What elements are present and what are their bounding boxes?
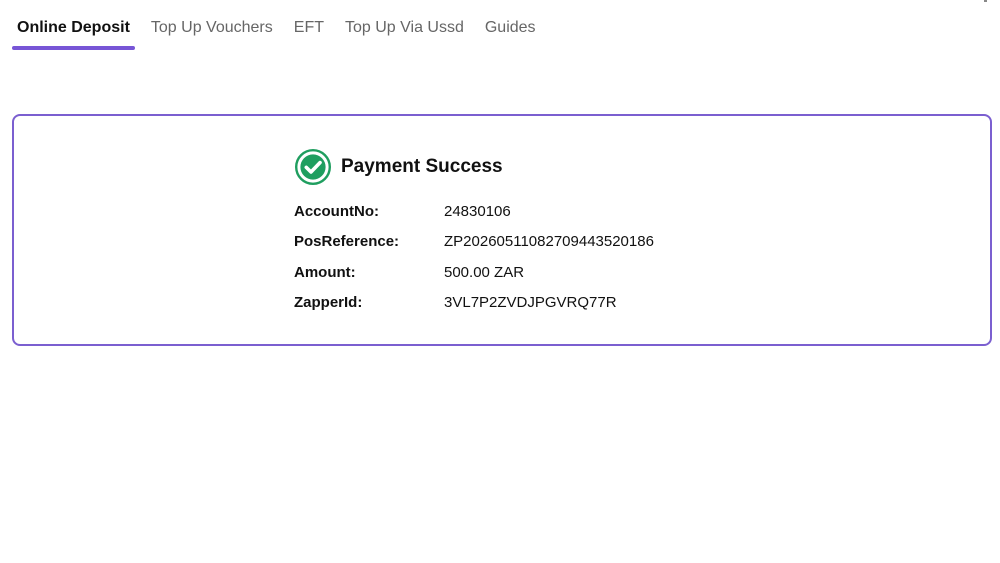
pos-reference-value: ZP2026051108270944352018​6 — [444, 233, 654, 251]
zapper-id-value: 3VL7P2ZVDJPGVRQ77R — [444, 294, 617, 312]
detail-row-amount: Amount: 500.00 ZAR — [294, 257, 654, 288]
payment-header: Payment Success — [294, 148, 654, 186]
amount-label: Amount: — [294, 263, 356, 281]
tab-bar: Online Deposit Top Up Vouchers EFT Top U… — [12, 0, 557, 50]
tab-online-deposit[interactable]: Online Deposit — [12, 0, 135, 50]
payment-title: Payment Success — [341, 156, 503, 177]
tab-eft[interactable]: EFT — [294, 0, 324, 50]
check-circle-icon — [295, 149, 331, 185]
account-no-value: 24830106 — [444, 202, 511, 220]
pos-reference-label: PosReference: — [294, 233, 400, 251]
payment-details: Payment Success AccountNo: 24830106 PosR… — [294, 148, 654, 318]
detail-row-account-no: AccountNo: 24830106 — [294, 196, 654, 227]
zapper-id-label: ZapperId: — [294, 294, 363, 312]
detail-row-pos-reference: PosReference: ZP2026051108270944352018​6 — [294, 227, 654, 258]
tab-top-up-vouchers[interactable]: Top Up Vouchers — [151, 0, 273, 50]
account-no-label: AccountNo: — [294, 202, 379, 220]
tab-top-up-via-ussd[interactable]: Top Up Via Ussd — [345, 0, 464, 50]
tab-guides[interactable]: Guides — [485, 0, 536, 50]
detail-row-zapper-id: ZapperId: 3VL7P2ZVDJPGVRQ77R — [294, 288, 654, 319]
corner-mark — [984, 0, 987, 2]
payment-result-card: Payment Success AccountNo: 24830106 PosR… — [12, 114, 992, 346]
amount-value: 500.00 ZAR — [444, 263, 525, 281]
